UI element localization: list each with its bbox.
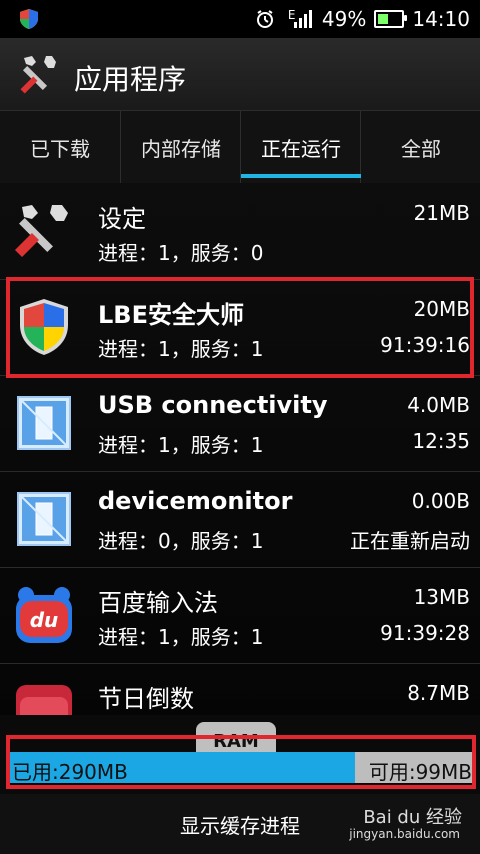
selected-app-highlight [6,277,474,378]
list-item[interactable]: USB connectivity 进程：1，服务：1 4.0MB 12:35 [0,375,480,472]
tools-icon [18,52,62,96]
app-name: 百度输入法 [98,589,218,617]
app-name: 节日倒数 [98,685,194,713]
app-name: USB connectivity [98,391,328,419]
clock-time: 14:10 [412,7,470,31]
baidu-watermark: Bai du 经验 jingyan.baidu.com [310,799,470,849]
app-running-time: 91:39:28 [380,621,470,645]
list-item[interactable]: 节日倒数 8.7MB [0,663,480,723]
signal-icon: E [284,8,314,30]
page-title: 应用程序 [74,63,187,96]
app-memory-size: 0.00B [411,489,470,513]
list-item[interactable]: 设定 进程：1，服务：0 21MB [0,183,480,280]
app-process-info: 进程：0，服务：1 [98,529,264,553]
shield-status-icon [18,8,40,30]
app-name: 设定 [98,205,146,233]
watermark-subtext: jingyan.baidu.com [349,827,460,841]
running-apps-list: 设定 进程：1，服务：0 21MB LBE安全大师 进程：1，服务：1 20MB… [0,183,480,723]
baidu-ime-icon: du [12,583,76,647]
tab-bar: 已下载 内部存储 正在运行 全部 [0,110,480,184]
tab-internal-storage[interactable]: 内部存储 [120,111,241,183]
watermark-text: Bai du 经验 [363,807,462,828]
app-header: 应用程序 [0,38,480,110]
active-tab-indicator [241,174,361,178]
tab-running[interactable]: 正在运行 [240,111,361,183]
status-bar: E 49% 14:10 [0,0,480,38]
tab-all[interactable]: 全部 [360,111,480,183]
tab-downloaded[interactable]: 已下载 [0,111,120,183]
status-icons: E 49% 14:10 [254,6,470,32]
app-running-time: 12:35 [412,429,470,453]
app-memory-size: 21MB [413,201,470,225]
app-process-info: 进程：1，服务：1 [98,625,264,649]
app-process-info: 进程：1，服务：1 [98,433,264,457]
alarm-clock-icon [254,8,276,30]
battery-percent: 49% [321,7,367,31]
app-process-info: 进程：1，服务：0 [98,241,264,265]
android-app-icon [12,391,76,455]
android-app-icon [12,487,76,551]
app-name: devicemonitor [98,487,293,515]
app-memory-size: 8.7MB [407,681,470,705]
app-memory-size: 13MB [413,585,470,609]
list-item[interactable]: devicemonitor 进程：0，服务：1 0.00B 正在重新启动 [0,471,480,568]
list-item[interactable]: du 百度输入法 进程：1，服务：1 13MB 91:39:28 [0,567,480,664]
app-memory-size: 4.0MB [407,393,470,417]
svg-text:du: du [30,608,59,632]
ram-highlight [6,735,476,789]
battery-icon [374,10,408,28]
settings-tools-icon [12,199,76,263]
app-running-time: 正在重新启动 [350,529,470,553]
